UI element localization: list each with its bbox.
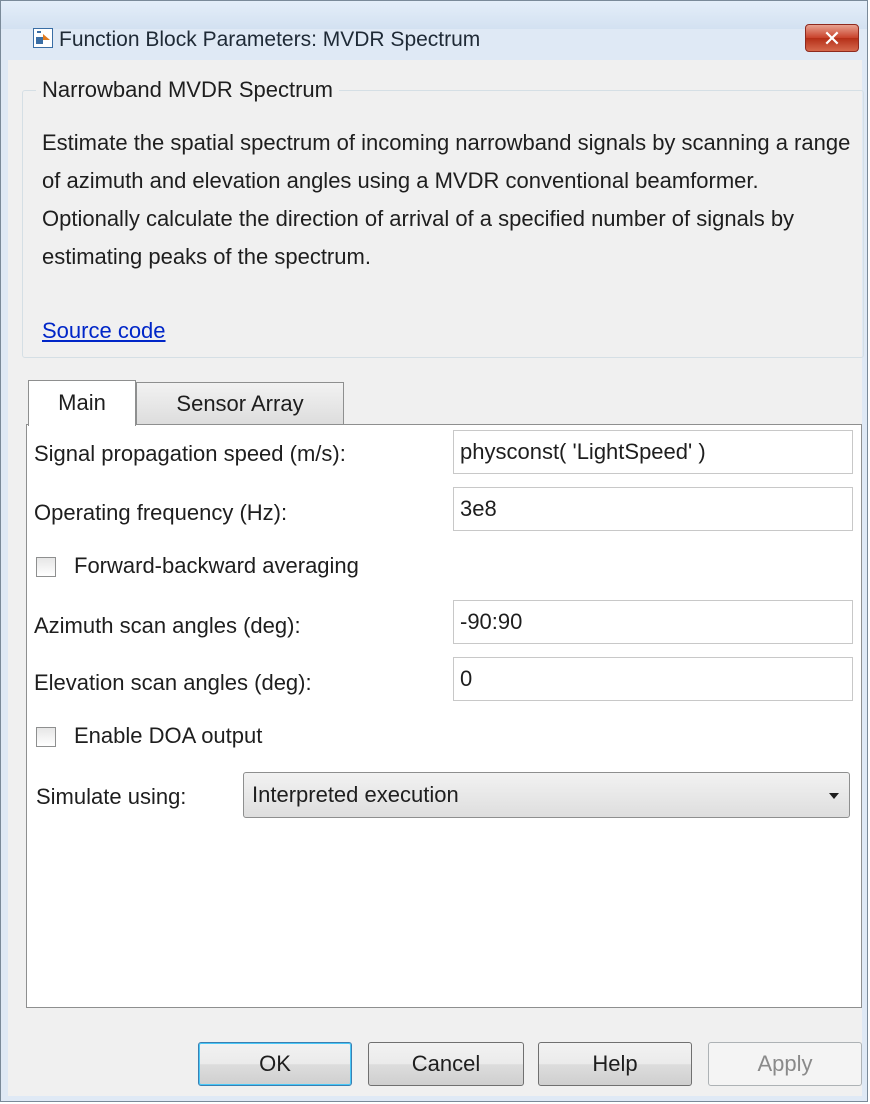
tab-sensor-array[interactable]: Sensor Array	[136, 382, 344, 426]
enable-doa-checkbox[interactable]	[36, 727, 56, 747]
azimuth-scan-field[interactable]: -90:90	[453, 600, 853, 644]
cancel-button[interactable]: Cancel	[368, 1042, 524, 1086]
tab-main[interactable]: Main	[28, 380, 136, 426]
simulate-using-value: Interpreted execution	[252, 782, 459, 807]
elevation-scan-label: Elevation scan angles (deg):	[34, 670, 312, 695]
close-button[interactable]: ✕	[805, 24, 859, 52]
title-bar[interactable]	[1, 1, 867, 29]
window-title: Function Block Parameters: MVDR Spectrum	[59, 28, 481, 51]
ok-button[interactable]: OK	[198, 1042, 352, 1086]
operating-frequency-field[interactable]: 3e8	[453, 487, 853, 531]
enable-doa-label: Enable DOA output	[74, 723, 263, 748]
operating-frequency-label: Operating frequency (Hz):	[34, 500, 288, 525]
simulate-using-label: Simulate using:	[36, 784, 187, 809]
forward-backward-averaging-checkbox[interactable]	[36, 557, 56, 577]
simulink-block-icon	[33, 28, 53, 48]
azimuth-scan-label: Azimuth scan angles (deg):	[34, 613, 301, 638]
source-code-link[interactable]: Source code	[42, 318, 166, 344]
propagation-speed-label: Signal propagation speed (m/s):	[34, 441, 346, 466]
apply-button[interactable]: Apply	[708, 1042, 862, 1086]
simulate-using-dropdown[interactable]: Interpreted execution	[243, 772, 850, 818]
elevation-scan-field[interactable]: 0	[453, 657, 853, 701]
group-title: Narrowband MVDR Spectrum	[36, 77, 339, 103]
chevron-down-icon	[829, 793, 839, 799]
help-button[interactable]: Help	[538, 1042, 692, 1086]
propagation-speed-field[interactable]: physconst( 'LightSpeed' )	[453, 430, 853, 474]
block-description: Estimate the spatial spectrum of incomin…	[42, 130, 851, 269]
forward-backward-averaging-label: Forward-backward averaging	[74, 553, 359, 578]
